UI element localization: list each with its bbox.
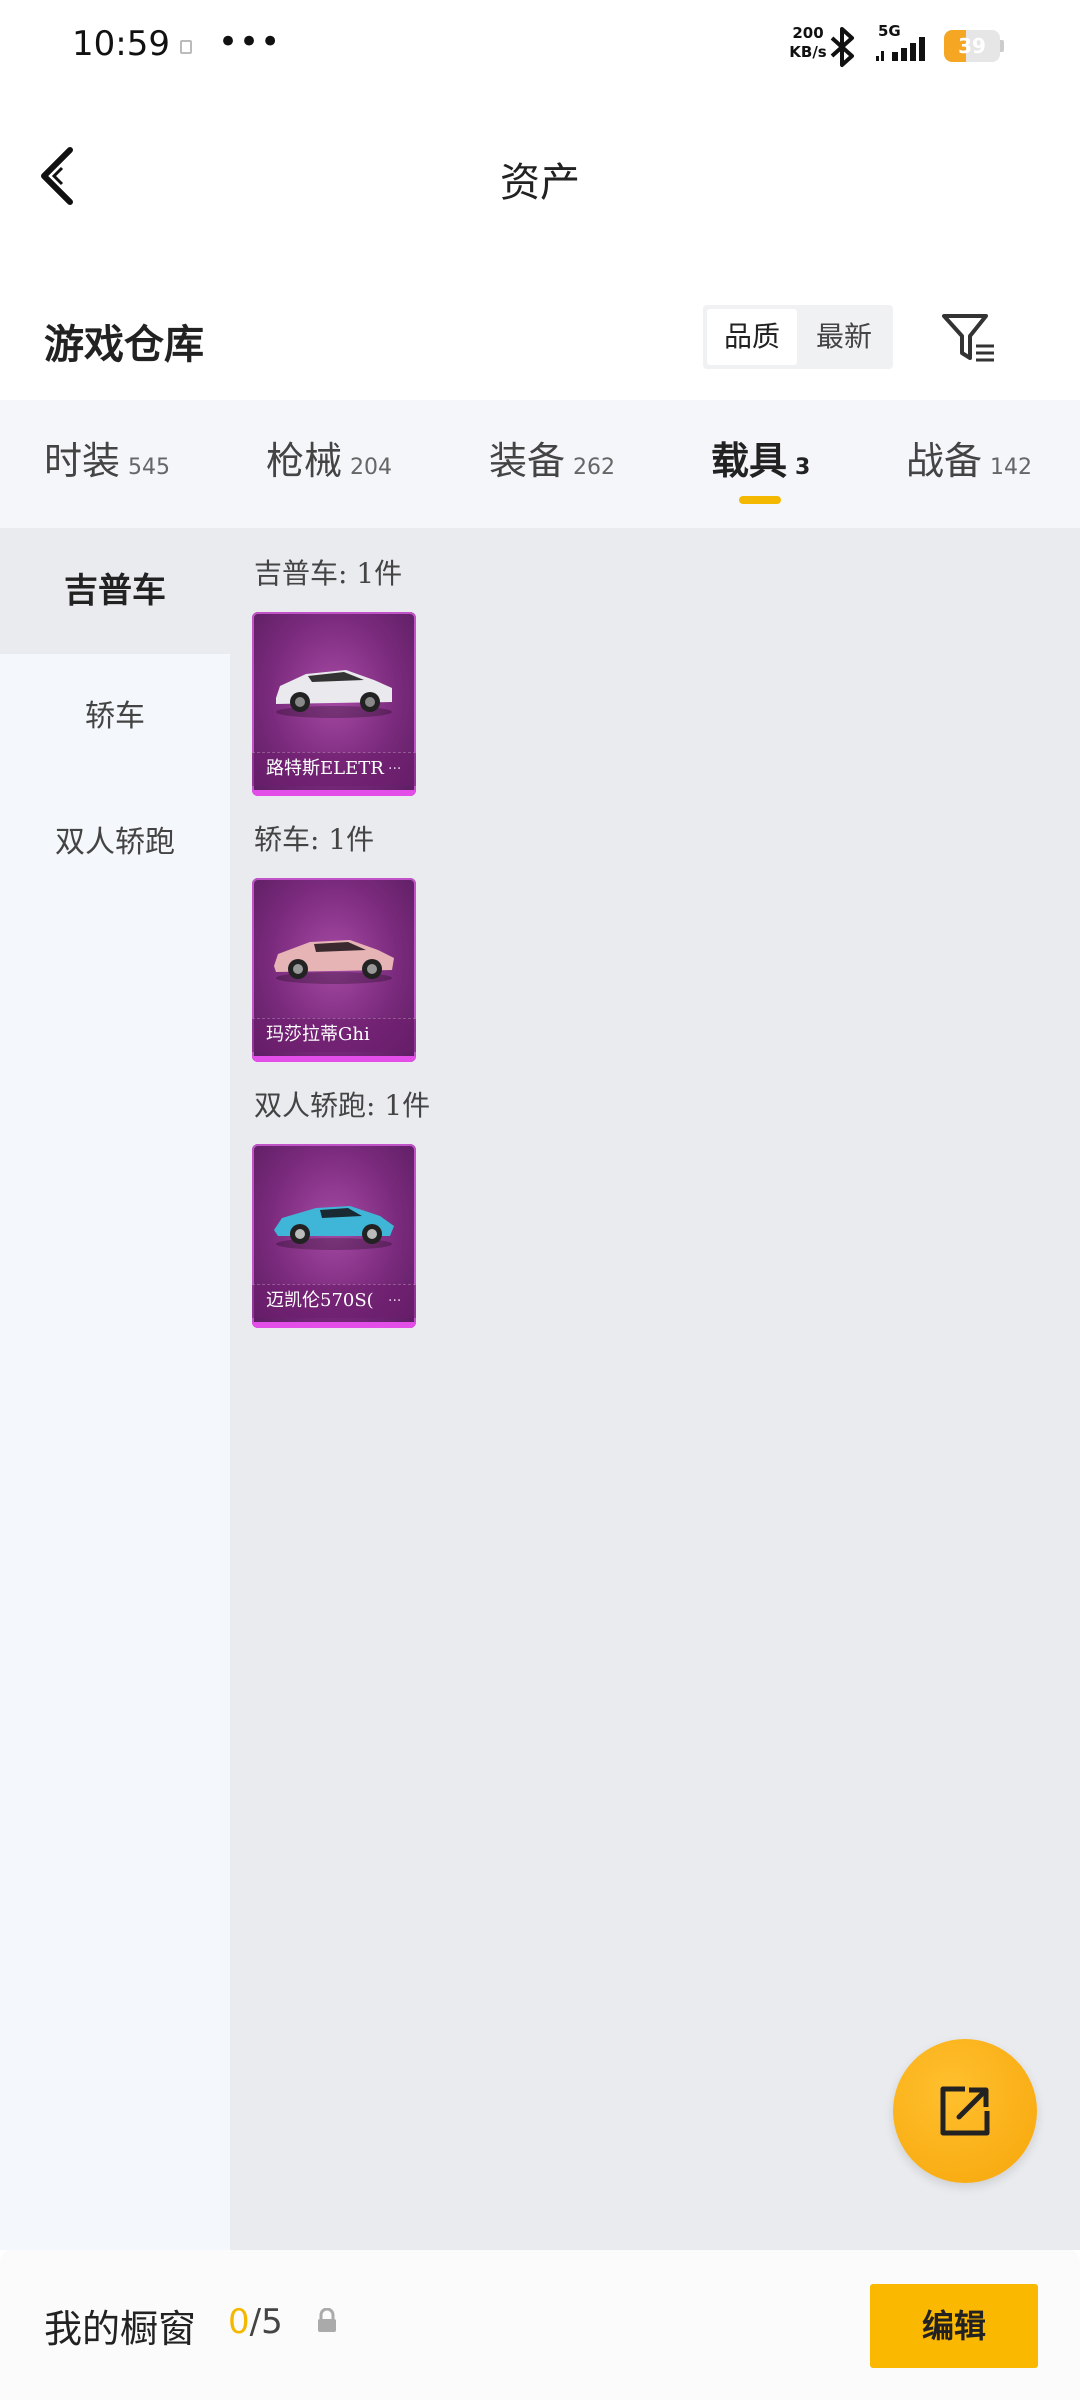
subcategory-jeep[interactable]: 吉普车 [0, 528, 230, 654]
notification-dots: ••• [218, 22, 282, 62]
subcategory-menu: 吉普车 轿车 双人轿跑 [0, 528, 230, 2250]
sort-toggle: 品质 最新 [703, 305, 893, 369]
tab-label: 时装 [44, 439, 121, 483]
subcategory-coupe[interactable]: 双人轿跑 [0, 780, 230, 906]
item-card-lotus[interactable]: 路特斯ELETR ··· [252, 612, 416, 796]
showcase-label: 我的橱窗 [44, 2307, 197, 2351]
showcase-bar: 我的橱窗 0/5 编辑 [0, 2250, 1080, 2400]
car-image [276, 670, 392, 718]
battery-body: 39 [944, 30, 1000, 62]
filter-button[interactable] [938, 308, 998, 368]
sim-icon [180, 40, 192, 54]
tab-count: 142 [990, 455, 1033, 480]
bluetooth-icon [830, 27, 854, 67]
battery-level: 39 [958, 34, 986, 58]
group-title-jeep: 吉普车: 1件 [254, 557, 403, 590]
rarity-bar [252, 1056, 416, 1062]
share-button[interactable] [893, 2039, 1037, 2183]
category-tabs: 时装 545 枪械 204 装备 262 载具 3 战备 142 [0, 400, 1080, 528]
share-icon [940, 2086, 990, 2136]
battery-cap [1000, 40, 1004, 52]
item-more: ··· [388, 1293, 402, 1309]
filter-icon [942, 314, 994, 362]
car-image [274, 1206, 394, 1250]
rarity-bar [252, 1322, 416, 1328]
lock-icon [318, 2308, 336, 2332]
showcase-total: /5 [249, 2302, 283, 2342]
rarity-bar [252, 790, 416, 796]
warehouse-title: 游戏仓库 [44, 321, 204, 368]
showcase-count: 0/5 [228, 2302, 283, 2342]
item-more: ··· [388, 761, 402, 777]
tab-battle-prep[interactable]: 战备 142 [906, 430, 1032, 500]
sort-option-quality[interactable]: 品质 [707, 309, 797, 365]
tab-count: 3 [795, 455, 811, 480]
tab-equipment[interactable]: 装备 262 [489, 430, 615, 500]
page-title: 资产 [500, 160, 580, 206]
showcase-current: 0 [228, 2302, 250, 2342]
tab-count: 204 [350, 455, 393, 480]
battery-icon: 39 [944, 30, 1004, 62]
group-title-sedan: 轿车: 1件 [254, 823, 375, 856]
signal-icon [876, 37, 925, 61]
item-name: 路特斯ELETR [266, 758, 384, 779]
tab-count: 262 [573, 455, 616, 480]
item-card-mclaren[interactable]: 迈凯伦570S( ··· [252, 1144, 416, 1328]
tab-label: 战备 [906, 439, 983, 483]
tab-count: 545 [128, 455, 171, 480]
tab-weapons[interactable]: 枪械 204 [266, 430, 392, 500]
tab-fashion[interactable]: 时装 545 [44, 430, 170, 500]
tab-label: 装备 [489, 439, 566, 483]
subcategory-sedan[interactable]: 轿车 [0, 654, 230, 780]
active-tab-indicator [739, 496, 781, 504]
item-card-maserati[interactable]: 玛莎拉蒂Ghi [252, 878, 416, 1062]
item-name: 迈凯伦570S( [266, 1290, 374, 1311]
car-image [274, 940, 394, 984]
group-title-coupe: 双人轿跑: 1件 [254, 1089, 431, 1122]
item-name: 玛莎拉蒂Ghi [266, 1024, 370, 1045]
item-list: 吉普车: 1件 路特斯ELETR ··· 轿车: 1件 玛莎拉蒂Ghi 双人轿跑… [230, 528, 1080, 2250]
sort-option-newest[interactable]: 最新 [799, 309, 889, 365]
tab-label: 枪械 [266, 439, 343, 483]
tab-label: 载具 [711, 438, 788, 483]
tab-vehicles[interactable]: 载具 3 [711, 430, 810, 500]
status-time: 10:59 [72, 24, 170, 64]
status-bar: 10:59 ••• 200 KB/s 5G 39 [0, 0, 1080, 92]
edit-button[interactable]: 编辑 [870, 2284, 1038, 2368]
